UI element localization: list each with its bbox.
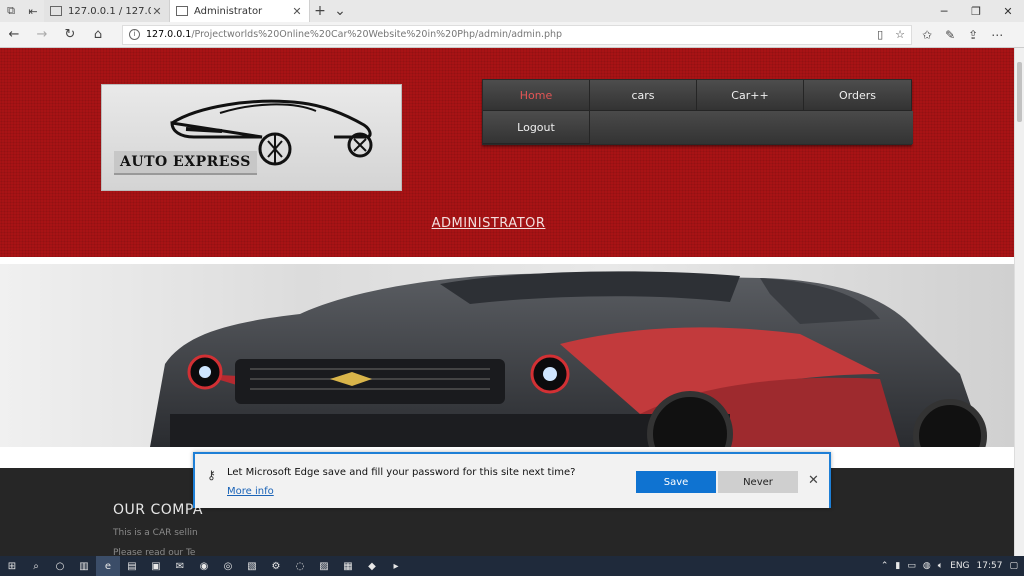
nav-add-car[interactable]: Car++ (697, 80, 804, 111)
url-path: /Projectworlds%20Online%20Car%20Website%… (191, 29, 563, 40)
nav-cars[interactable]: cars (590, 80, 697, 111)
usb-icon[interactable]: ▮ (895, 561, 900, 571)
close-tab-icon[interactable]: ✕ (291, 5, 303, 18)
app-icon[interactable]: ◆ (360, 556, 384, 576)
system-tray: ⌃ ▮ ▭ ◍ 🔈︎ ENG 17:57 ▢ (881, 556, 1024, 576)
car-logo-icon (170, 99, 373, 166)
company-text: This is a CAR sellin (113, 528, 198, 538)
nav-filler (590, 111, 913, 144)
nav-home[interactable]: Home (483, 80, 590, 111)
browser-tab-bar: ⧉ ⇤ 127.0.0.1 / 127.0.0.1 / car_sh ✕ Adm… (0, 0, 1024, 22)
nav-logout[interactable]: Logout (483, 111, 590, 144)
page-icon (176, 6, 188, 16)
forward-arrow-icon[interactable]: → (28, 27, 56, 42)
share-icon[interactable]: ⇪ (968, 28, 978, 42)
site-info-icon[interactable]: i (129, 29, 140, 40)
favorites-list-icon[interactable]: ✩ (922, 28, 932, 42)
browser-tab-administrator[interactable]: Administrator ✕ (170, 0, 310, 22)
key-icon: ⚷ (207, 468, 216, 482)
site-logo[interactable]: AUTO EXPRESS (101, 84, 402, 191)
back-arrow-icon[interactable]: ← (0, 27, 28, 42)
store-icon[interactable]: ▣ (144, 556, 168, 576)
more-menu-icon[interactable]: ⋯ (991, 28, 1003, 42)
tab-actions-icon[interactable]: ⧉ (0, 0, 22, 22)
hero-car-banner (0, 264, 1014, 447)
tab-title: 127.0.0.1 / 127.0.0.1 / car_sh (68, 5, 151, 17)
web-note-icon[interactable]: ✎ (945, 28, 955, 42)
company-heading: OUR COMPA (113, 502, 203, 518)
battery-icon[interactable]: ▭ (907, 561, 916, 571)
save-password-button[interactable]: Save (636, 471, 716, 493)
url-host: 127.0.0.1 (146, 29, 192, 40)
scrollbar-thumb[interactable] (1017, 62, 1022, 122)
address-bar[interactable]: i 127.0.0.1/Projectworlds%20Online%20Car… (122, 24, 912, 45)
admin-title-link[interactable]: ADMINISTRATOR (0, 216, 977, 231)
nav-orders[interactable]: Orders (804, 80, 912, 111)
sports-car-image (150, 271, 987, 447)
tab-title: Administrator (194, 5, 263, 17)
cortana-circle-icon[interactable]: ○ (48, 556, 72, 576)
start-windows-icon[interactable]: ⊞ (0, 556, 24, 576)
site-header: AUTO EXPRESS Home cars Car++ Orders Logo… (0, 48, 1014, 257)
show-hidden-icons-chevron-icon[interactable]: ⌃ (881, 561, 889, 571)
task-view-icon[interactable]: ▥ (72, 556, 96, 576)
new-tab-button[interactable]: + (310, 0, 330, 22)
main-navigation: Home cars Car++ Orders Logout (482, 79, 913, 145)
close-tab-icon[interactable]: ✕ (151, 5, 163, 18)
search-icon[interactable]: ⌕ (24, 556, 48, 576)
favorite-star-icon[interactable]: ☆ (895, 28, 905, 41)
company-terms-text: Please read our Te (113, 548, 196, 556)
file-explorer-icon[interactable]: ▤ (120, 556, 144, 576)
volume-icon[interactable]: 🔈︎ (938, 561, 943, 571)
browser-toolbar: ← → ↻ ⌂ i 127.0.0.1/Projectworlds%20Onli… (0, 22, 1024, 48)
logo-text: AUTO EXPRESS (114, 151, 257, 175)
opera-icon[interactable]: ◎ (216, 556, 240, 576)
save-password-prompt: ⚷ Let Microsoft Edge save and fill your … (193, 452, 831, 508)
browser-tab-phpmyadmin[interactable]: 127.0.0.1 / 127.0.0.1 / car_sh ✕ (44, 0, 170, 22)
wifi-app-icon[interactable]: ◌ (288, 556, 312, 576)
sublime-icon[interactable]: ▧ (240, 556, 264, 576)
save-password-message: Let Microsoft Edge save and fill your pa… (227, 467, 576, 478)
page-icon (50, 6, 62, 16)
window-controls: ─ ❐ ✕ (928, 0, 1024, 22)
photoshop-icon[interactable]: ▨ (312, 556, 336, 576)
windows-taskbar: ⊞ ⌕ ○ ▥ e ▤ ▣ ✉ ◉ ◎ ▧ ⚙ ◌ ▨ ▦ ◆ ▸ ⌃ ▮ ▭ … (0, 556, 1024, 576)
close-prompt-icon[interactable]: ✕ (808, 473, 819, 488)
set-tabs-aside-icon[interactable]: ⇤ (22, 0, 44, 22)
mcafee-icon[interactable]: ▦ (336, 556, 360, 576)
mail-icon[interactable]: ✉ (168, 556, 192, 576)
tab-list-chevron-icon[interactable]: ⌄ (330, 0, 350, 22)
notification-center-icon[interactable]: ▢ (1009, 561, 1018, 571)
language-indicator[interactable]: ENG (950, 561, 969, 571)
page-scrollbar[interactable] (1014, 48, 1024, 556)
never-save-button[interactable]: Never (718, 471, 798, 493)
edge-taskbar-icon[interactable]: e (96, 556, 120, 576)
clock[interactable]: 17:57 (977, 561, 1003, 571)
terminal-icon[interactable]: ▸ (384, 556, 408, 576)
refresh-icon[interactable]: ↻ (56, 27, 84, 42)
reading-view-icon[interactable]: ▯ (877, 28, 883, 41)
home-icon[interactable]: ⌂ (84, 27, 112, 42)
maximize-button[interactable]: ❐ (960, 0, 992, 22)
settings-gear-icon[interactable]: ⚙ (264, 556, 288, 576)
more-info-link[interactable]: More info (227, 486, 274, 497)
chrome-icon[interactable]: ◉ (192, 556, 216, 576)
close-window-button[interactable]: ✕ (992, 0, 1024, 22)
network-globe-icon[interactable]: ◍ (923, 561, 931, 571)
minimize-button[interactable]: ─ (928, 0, 960, 22)
